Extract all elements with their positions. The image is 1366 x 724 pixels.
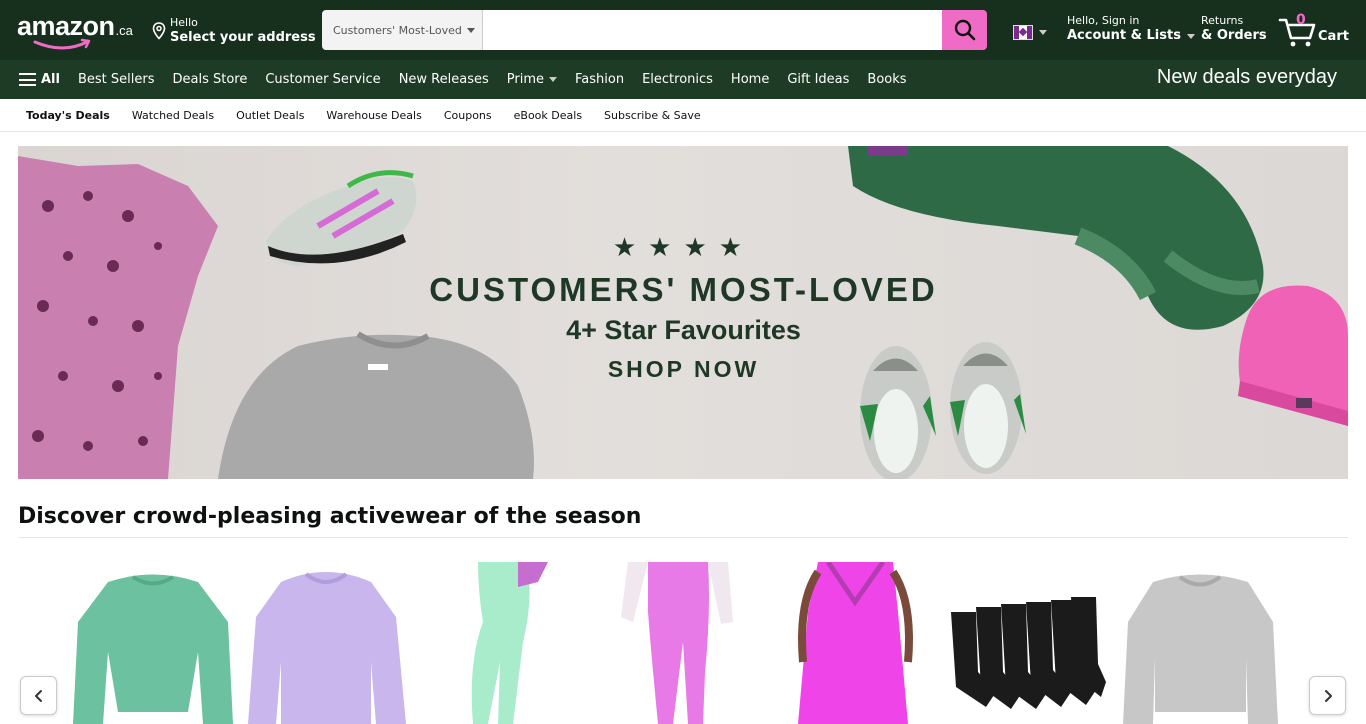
canada-flag-icon <box>1013 25 1033 40</box>
nav-item-electronics[interactable]: Electronics <box>642 72 713 87</box>
activewear-carousel <box>18 562 1348 724</box>
search-icon <box>954 19 975 41</box>
hero-title: CUSTOMERS' MOST-LOVED <box>429 271 938 308</box>
nav-item-customer-service[interactable]: Customer Service <box>265 72 380 87</box>
chevron-down-icon <box>1186 33 1195 39</box>
product-lavender-sweatshirt[interactable] <box>246 562 416 724</box>
account-menu[interactable]: Hello, Sign in Account & Lists <box>1067 14 1195 44</box>
nav-item-home[interactable]: Home <box>731 72 769 87</box>
search-category-dropdown[interactable]: Customers' Most-Loved <box>322 10 483 50</box>
search-bar: Customers' Most-Loved <box>322 10 987 50</box>
logo-tld: .ca <box>115 23 133 38</box>
nav-item-best-sellers[interactable]: Best Sellers <box>78 72 155 87</box>
nav-prime-label: Prime <box>506 72 544 87</box>
product-mint-leggings[interactable] <box>438 562 568 724</box>
chevron-down-icon <box>548 77 557 82</box>
nav-item-new-releases[interactable]: New Releases <box>399 72 489 87</box>
carousel-prev-button[interactable] <box>20 676 57 715</box>
carousel-next-button[interactable] <box>1309 676 1346 715</box>
subnav-coupons[interactable]: Coupons <box>444 109 492 122</box>
product-pink-tank-top[interactable] <box>788 562 923 724</box>
chevron-left-icon <box>34 689 42 702</box>
product-black-socks[interactable] <box>946 562 1111 724</box>
amazon-logo[interactable]: amazon.ca <box>17 12 137 50</box>
nav-item-books[interactable]: Books <box>867 72 906 87</box>
top-header: amazon.ca Hello Select your address Cust… <box>0 0 1366 60</box>
hero-shop-now[interactable]: SHOP NOW <box>19 356 1348 383</box>
product-grey-sweatshirt[interactable] <box>1118 562 1283 724</box>
deliver-to-address[interactable]: Hello Select your address <box>152 14 316 48</box>
cart-label: Cart <box>1318 29 1349 44</box>
chevron-down-icon <box>1039 30 1047 35</box>
account-greeting: Hello, Sign in <box>1067 14 1140 27</box>
chevron-right-icon <box>1324 689 1332 702</box>
cart-count-badge: 0 <box>1296 12 1306 28</box>
address-select-label: Select your address <box>170 30 316 45</box>
deals-subnav: Today's Deals Watched Deals Outlet Deals… <box>0 99 1366 132</box>
nav-item-gift-ideas[interactable]: Gift Ideas <box>787 72 849 87</box>
search-category-label: Customers' Most-Loved <box>333 23 462 37</box>
nav-item-deals-store[interactable]: Deals Store <box>173 72 248 87</box>
nav-promo-banner[interactable]: New deals everyday <box>1157 66 1337 89</box>
logo-smile-icon <box>33 38 91 50</box>
subnav-subscribe-save[interactable]: Subscribe & Save <box>604 109 701 122</box>
main-nav: All Best Sellers Deals Store Customer Se… <box>0 60 1366 99</box>
hero-banner[interactable]: ★★★★ CUSTOMERS' MOST-LOVED 4+ Star Favou… <box>18 146 1348 479</box>
product-pink-joggers[interactable] <box>613 562 743 724</box>
subnav-ebook-deals[interactable]: eBook Deals <box>514 109 582 122</box>
hero-subtitle: 4+ Star Favourites <box>566 315 801 345</box>
subnav-watched-deals[interactable]: Watched Deals <box>132 109 214 122</box>
returns-orders-link[interactable]: Returns & Orders <box>1201 14 1267 44</box>
address-greeting: Hello <box>170 16 198 29</box>
hero-text: ★★★★ CUSTOMERS' MOST-LOVED 4+ Star Favou… <box>18 232 1348 383</box>
subnav-warehouse-deals[interactable]: Warehouse Deals <box>326 109 421 122</box>
hamburger-icon <box>19 73 36 86</box>
location-pin-icon <box>152 22 166 40</box>
nav-item-prime[interactable]: Prime <box>507 72 557 87</box>
language-selector[interactable] <box>1013 25 1047 40</box>
subnav-todays-deals[interactable]: Today's Deals <box>26 109 110 122</box>
subnav-outlet-deals[interactable]: Outlet Deals <box>236 109 304 122</box>
section-title-activewear: Discover crowd-pleasing activewear of th… <box>18 504 642 529</box>
search-button[interactable] <box>942 10 987 50</box>
account-lists-label: Account & Lists <box>1067 28 1181 43</box>
product-green-sweatshirt[interactable] <box>68 562 238 724</box>
returns-label: Returns <box>1201 14 1244 27</box>
orders-label: & Orders <box>1201 28 1267 43</box>
cart-button[interactable]: 0 Cart <box>1278 12 1353 48</box>
section-divider <box>18 537 1348 538</box>
hero-stars: ★★★★ <box>612 232 755 262</box>
nav-item-fashion[interactable]: Fashion <box>575 72 624 87</box>
search-input[interactable] <box>483 10 942 50</box>
all-menu-button[interactable]: All <box>19 72 60 87</box>
logo-word: amazon <box>17 11 115 41</box>
chevron-down-icon <box>466 27 475 33</box>
all-menu-label: All <box>41 72 60 87</box>
